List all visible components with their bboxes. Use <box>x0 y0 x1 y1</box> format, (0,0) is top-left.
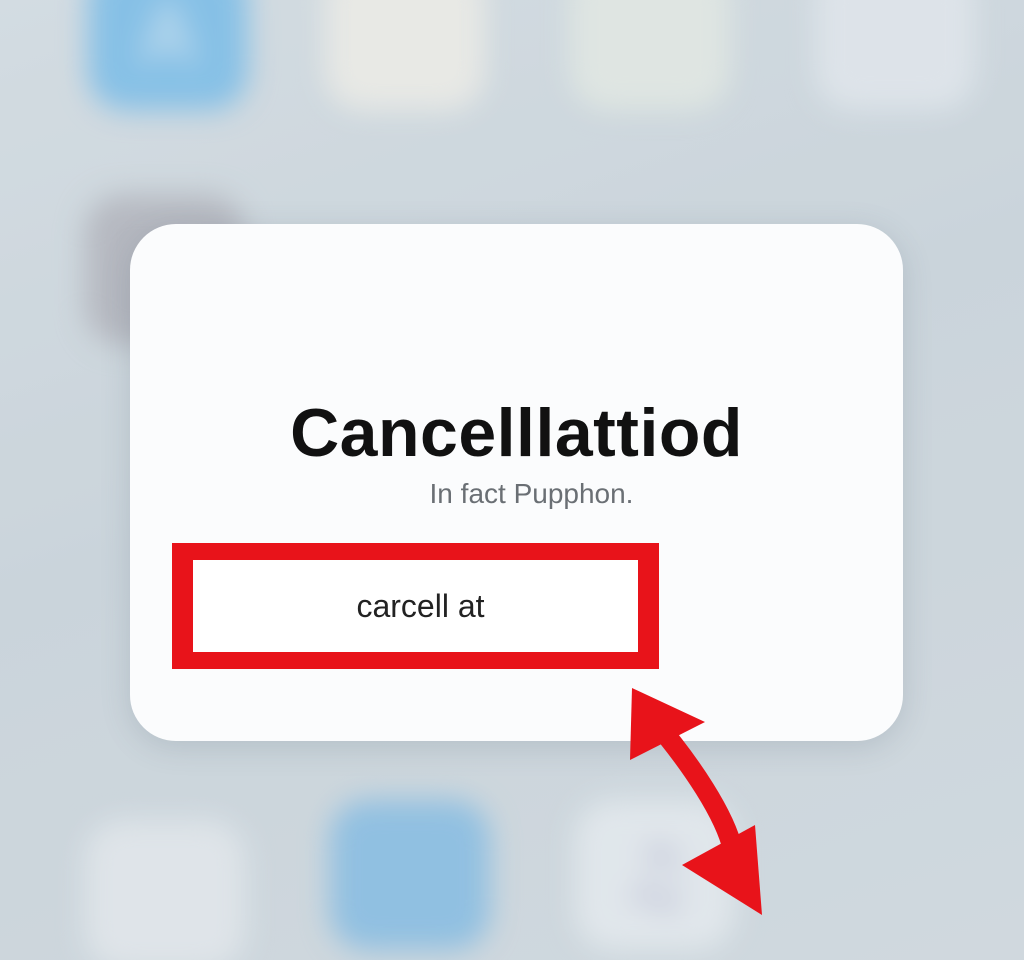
dialog-title: Cancelllattiod <box>290 395 743 471</box>
cancel-input-field[interactable]: carcell at <box>193 560 638 652</box>
double-arrow-icon <box>630 688 762 915</box>
dialog-subtitle: In fact Pupphon. <box>429 478 634 509</box>
input-highlight-box: carcell at <box>172 543 659 669</box>
home-screen: A ♫ Cancelllattiod In fact Pupphon. carc… <box>0 0 1024 960</box>
